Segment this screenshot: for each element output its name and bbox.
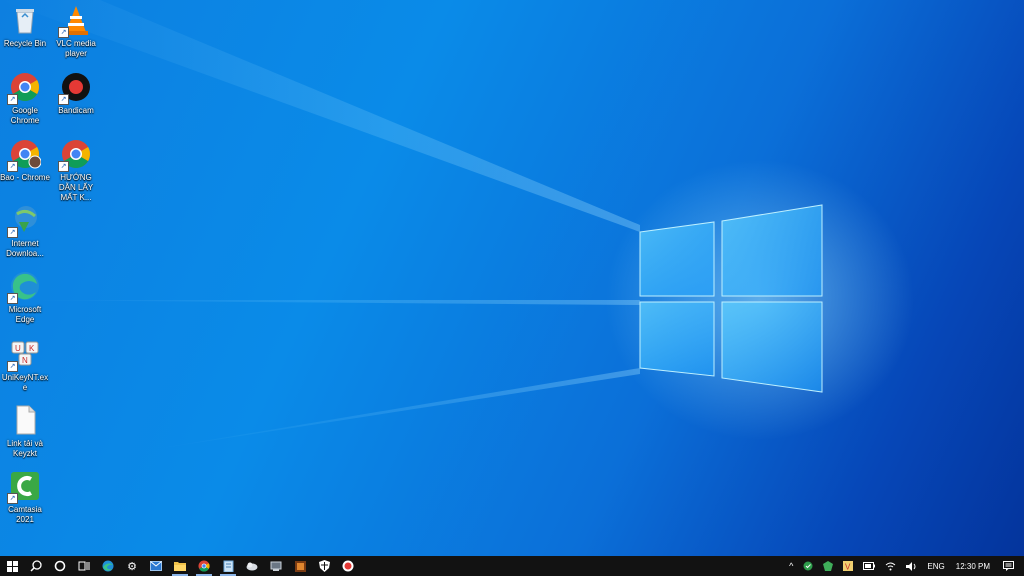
- shortcut-arrow-icon: ↗: [7, 293, 18, 304]
- desktop-icon-label: Microsoft Edge: [8, 305, 42, 324]
- svg-text:U: U: [15, 344, 21, 353]
- taskbar-chrome[interactable]: [192, 556, 216, 576]
- bandicam-record-icon: ↗: [58, 71, 92, 105]
- wifi-icon[interactable]: [885, 562, 896, 571]
- desktop-wallpaper: [0, 0, 1024, 556]
- taskbar-edge[interactable]: [96, 556, 120, 576]
- shortcut-arrow-icon: ↗: [7, 493, 18, 504]
- desktop-icon-label: Link tải và Keyzkt: [6, 439, 44, 458]
- task-view-button[interactable]: [72, 556, 96, 576]
- internet-download-manager-icon: ↗: [7, 204, 41, 238]
- desktop-icon-label: Bandicam: [58, 106, 94, 115]
- taskbar-settings[interactable]: ⚙: [120, 556, 144, 576]
- taskbar-bandicam[interactable]: [336, 556, 360, 576]
- game-app-icon: [294, 560, 306, 572]
- shortcut-arrow-icon: ↗: [7, 94, 18, 105]
- desktop-icon-huong-dan[interactable]: ↗ HƯỚNG DẪN LẤY MẤT K...: [51, 138, 101, 203]
- shortcut-arrow-icon: ↗: [58, 94, 69, 105]
- chrome-icon: [198, 560, 210, 572]
- device-app-icon: [270, 561, 282, 571]
- desktop-icon-link-tai[interactable]: Link tải và Keyzkt: [0, 404, 50, 459]
- shortcut-arrow-icon: ↗: [7, 227, 18, 238]
- taskbar-mail[interactable]: [144, 556, 168, 576]
- windows-logo-wallpaper-art: [0, 0, 823, 450]
- folder-icon: [174, 562, 186, 571]
- unikey-tray-icon[interactable]: V: [843, 561, 854, 572]
- desktop-icon-google-chrome[interactable]: ↗ Google Chrome: [0, 71, 50, 126]
- system-tray: ^ V ENG 12:30 PM: [784, 556, 1024, 576]
- input-language-indicator[interactable]: ENG: [927, 562, 944, 571]
- desktop-icon-label: VLC media player: [56, 39, 96, 58]
- mail-icon: [150, 561, 162, 571]
- taskbar-app-2[interactable]: [264, 556, 288, 576]
- clock[interactable]: 12:30 PM: [956, 562, 990, 571]
- start-button[interactable]: [0, 556, 24, 576]
- edge-icon: [102, 560, 114, 572]
- shortcut-arrow-icon: ↗: [58, 161, 69, 172]
- search-icon: [30, 560, 42, 572]
- desktop-icon-camtasia[interactable]: ↗ Camtasia 2021: [0, 470, 50, 525]
- shortcut-arrow-icon: ↗: [58, 27, 69, 38]
- chrome-profile-icon: ↗: [7, 138, 42, 172]
- desktop-icon-label: Google Chrome: [10, 106, 40, 125]
- cortana-button[interactable]: [48, 556, 72, 576]
- cortana-circle-icon: [54, 560, 66, 572]
- action-center-button[interactable]: [1003, 561, 1014, 571]
- chrome-icon: ↗: [7, 71, 41, 105]
- recycle-bin-icon: [9, 4, 41, 36]
- taskbar: ⚙ ^ V ENG 12:30 PM: [0, 556, 1024, 576]
- desktop-icon-vlc[interactable]: ↗ VLC media player: [51, 4, 101, 59]
- volume-icon[interactable]: [906, 561, 917, 571]
- taskbar-file-explorer[interactable]: [168, 556, 192, 576]
- desktop-icon-unikey[interactable]: UKN ↗ UniKeyNT.exe: [0, 338, 50, 393]
- shortcut-arrow-icon: ↗: [7, 361, 18, 372]
- desktop-icon-bao-chrome[interactable]: ↗ Bao - Chrome: [0, 138, 50, 183]
- desktop-icon-label: Internet Downloa...: [6, 239, 44, 258]
- svg-text:N: N: [22, 356, 28, 365]
- desktop-icon-recycle-bin[interactable]: Recycle Bin: [0, 4, 50, 49]
- update-tray-icon[interactable]: [823, 561, 834, 571]
- text-file-icon: [9, 404, 41, 436]
- svg-text:K: K: [29, 344, 35, 353]
- unikey-keyboard-icon: UKN ↗: [7, 338, 41, 372]
- record-icon: [342, 560, 354, 572]
- svg-text:V: V: [845, 563, 851, 572]
- security-tray-icon[interactable]: [803, 561, 813, 571]
- desktop-icon-idm[interactable]: ↗ Internet Downloa...: [0, 204, 50, 259]
- notepad-icon: [223, 560, 233, 572]
- vlc-cone-icon: ↗: [58, 4, 92, 38]
- cloud-app-icon: [246, 562, 258, 571]
- taskbar-app-3[interactable]: [288, 556, 312, 576]
- search-button[interactable]: [24, 556, 48, 576]
- battery-tray-icon[interactable]: [863, 562, 876, 570]
- shortcut-arrow-icon: ↗: [7, 161, 18, 172]
- desktop-icon-bandicam[interactable]: ↗ Bandicam: [51, 71, 101, 116]
- show-hidden-icons-button[interactable]: ^: [789, 561, 793, 571]
- taskbar-app-1[interactable]: [240, 556, 264, 576]
- desktop-icon-label: UniKeyNT.exe: [1, 373, 49, 392]
- desktop-icon-label: Recycle Bin: [3, 39, 47, 48]
- desktop-icon-label: Bao - Chrome: [0, 173, 50, 182]
- desktop-icon-label: HƯỚNG DẪN LẤY MẤT K...: [58, 173, 94, 202]
- windows-logo-icon: [6, 560, 18, 572]
- notification-icon: [1003, 561, 1014, 571]
- task-view-icon: [78, 561, 90, 571]
- chrome-icon: ↗: [58, 138, 92, 172]
- edge-icon: ↗: [7, 270, 41, 304]
- taskbar-app-4[interactable]: [312, 556, 336, 576]
- shield-icon: [318, 560, 330, 572]
- desktop-icon-label: Camtasia 2021: [8, 505, 42, 524]
- camtasia-icon: ↗: [7, 470, 41, 504]
- gear-icon: ⚙: [127, 560, 137, 573]
- desktop-icon-edge[interactable]: ↗ Microsoft Edge: [0, 270, 50, 325]
- taskbar-notepad[interactable]: [216, 556, 240, 576]
